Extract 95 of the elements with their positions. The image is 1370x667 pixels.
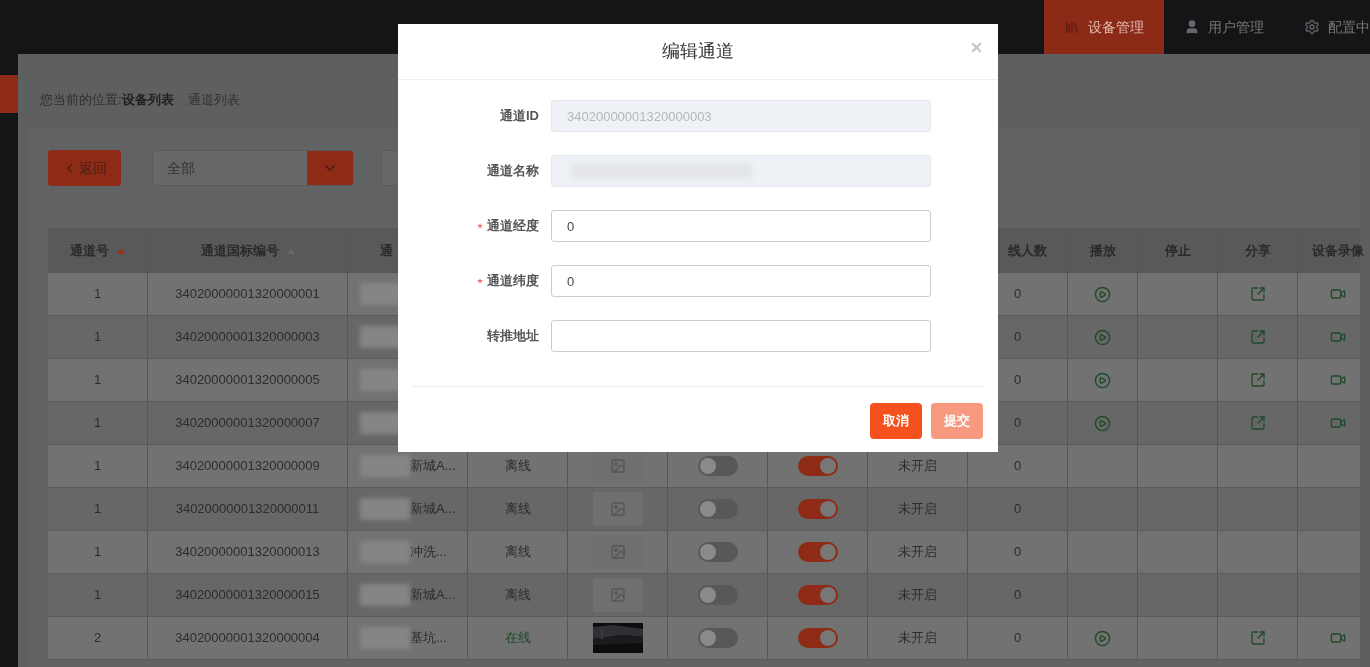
- toggle-switch[interactable]: [797, 456, 838, 476]
- table-cell-text: 34020000001320000011: [175, 500, 320, 519]
- table-cell-text: 34020000001320000013: [175, 543, 320, 562]
- table-cell-text: 1: [93, 371, 102, 390]
- library-icon: [1064, 19, 1080, 35]
- toggle-switch[interactable]: [697, 456, 738, 476]
- table-cell-text: 0: [1013, 371, 1022, 390]
- toggle-switch[interactable]: [797, 542, 838, 562]
- box-arrow-icon[interactable]: [1249, 415, 1266, 431]
- toggle-switch[interactable]: [697, 542, 738, 562]
- play-icon[interactable]: [1094, 371, 1111, 389]
- blurred-text: [360, 498, 410, 520]
- toggle-switch[interactable]: [797, 585, 838, 605]
- nav-item[interactable]: 用户管理: [1164, 0, 1284, 54]
- table-cell-text: 未开启: [898, 457, 937, 476]
- table-cell-text: 1: [93, 586, 102, 605]
- settings-icon: [1304, 19, 1320, 35]
- nav-item[interactable]: 配置中: [1284, 0, 1370, 54]
- input-field[interactable]: 0: [551, 265, 931, 297]
- video-camera-icon[interactable]: [1329, 630, 1346, 646]
- sidebar-item[interactable]: [0, 75, 18, 113]
- field-label: 通道ID: [500, 107, 539, 126]
- table-cell-text: 1: [93, 328, 102, 347]
- toggle-switch[interactable]: [797, 628, 838, 648]
- dialog-title: 编辑通道: [662, 40, 734, 63]
- table-cell-text: 冲洗...: [410, 543, 447, 562]
- table-cell-text: 34020000001320000007: [175, 414, 320, 433]
- table-cell-text: 0: [1013, 285, 1022, 304]
- nav-item[interactable]: 设备管理: [1044, 0, 1164, 54]
- video-camera-icon[interactable]: [1329, 286, 1346, 302]
- required-icon: [477, 223, 483, 229]
- toggle-switch[interactable]: [697, 585, 738, 605]
- table-cell-text: 0: [1013, 457, 1022, 476]
- required-icon: [477, 278, 483, 284]
- table-cell-text: 34020000001320000015: [175, 586, 320, 605]
- table-cell-text: 未开启: [898, 586, 937, 605]
- play-icon[interactable]: [1094, 629, 1111, 647]
- table-cell-text: 1: [93, 457, 102, 476]
- dropdown-button[interactable]: [307, 151, 353, 185]
- toggle-switch[interactable]: [697, 499, 738, 519]
- table-cell-text: 0: [1013, 328, 1022, 347]
- sort-icon[interactable]: [117, 247, 125, 254]
- image-icon: [609, 587, 626, 603]
- image-icon: [609, 458, 626, 474]
- table-cell-text: 1: [93, 500, 102, 519]
- video-camera-icon[interactable]: [1329, 329, 1346, 345]
- user-icon: [1184, 19, 1200, 35]
- field-label: 转推地址: [487, 327, 539, 346]
- toggle-switch[interactable]: [797, 499, 838, 519]
- table-cell-text: 0: [1013, 543, 1022, 562]
- play-icon[interactable]: [1094, 328, 1111, 346]
- table-cell-text: 34020000001320000003: [175, 328, 320, 347]
- table-cell-text: 0: [1013, 629, 1022, 648]
- close-icon: [969, 40, 984, 55]
- box-arrow-icon[interactable]: [1249, 329, 1266, 345]
- table-cell-text: 0: [1013, 586, 1022, 605]
- table-cell-text: 2: [93, 629, 102, 648]
- play-icon[interactable]: [1094, 414, 1111, 432]
- video-camera-icon[interactable]: [1329, 415, 1346, 431]
- table-cell-text: 34020000001320000004: [175, 629, 320, 648]
- image-icon: [609, 501, 626, 517]
- breadcrumb-link[interactable]: 设备列表: [121, 90, 174, 110]
- play-icon[interactable]: [1094, 285, 1111, 303]
- table-cell-text: 1: [93, 414, 102, 433]
- table-cell-text: 34020000001320000001: [175, 285, 320, 304]
- close-button[interactable]: [969, 40, 984, 55]
- field-label: 通道纬度: [487, 272, 539, 291]
- table-cell-text: 未开启: [898, 500, 937, 519]
- table-cell-text: 未开启: [898, 629, 937, 648]
- video-camera-icon[interactable]: [1329, 372, 1346, 388]
- status-text: 离线: [504, 586, 531, 605]
- table-cell-text: 1: [93, 543, 102, 562]
- table-cell-text: 34020000001320000009: [175, 457, 320, 476]
- box-arrow-icon[interactable]: [1249, 372, 1266, 388]
- field-label: 通道名称: [487, 162, 539, 181]
- image-icon: [609, 544, 626, 560]
- toggle-switch[interactable]: [697, 628, 738, 648]
- table-cell-text: 0: [1013, 500, 1022, 519]
- input-field[interactable]: [551, 320, 931, 352]
- status-text: 离线: [504, 500, 531, 519]
- table-cell-text: 未开启: [898, 543, 937, 562]
- table-cell-text: 基坑...: [410, 629, 447, 648]
- blurred-text: [360, 584, 410, 606]
- status-text: 离线: [504, 543, 531, 562]
- status-text: 在线: [504, 629, 531, 648]
- cancel-button[interactable]: 取消: [870, 403, 922, 439]
- status-text: 离线: [504, 457, 531, 476]
- box-arrow-icon[interactable]: [1249, 286, 1266, 302]
- table-cell-text: 新城A...: [410, 457, 456, 476]
- box-arrow-icon[interactable]: [1249, 630, 1266, 646]
- field-label: 通道经度: [487, 217, 539, 236]
- table-cell-text: 0: [1013, 414, 1022, 433]
- table-cell-text: 34020000001320000005: [175, 371, 320, 390]
- table-cell-text: 1: [93, 285, 102, 304]
- input-field[interactable]: 0: [551, 210, 931, 242]
